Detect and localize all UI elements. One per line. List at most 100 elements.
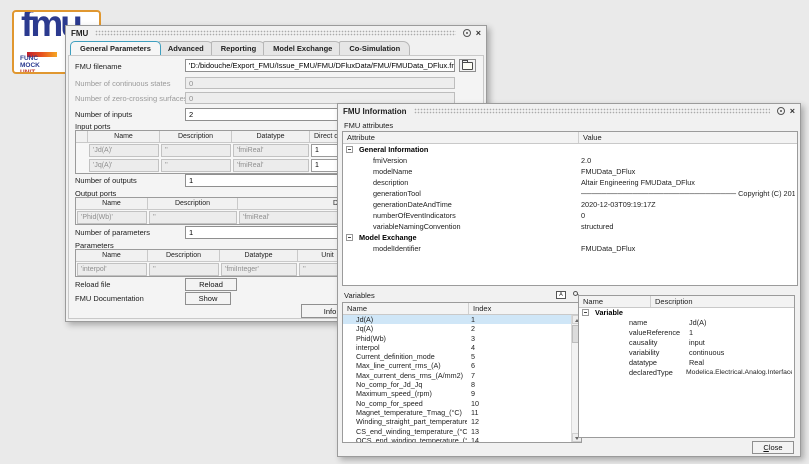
column-header[interactable]: Name: [343, 303, 469, 314]
column-header[interactable]: Name: [76, 250, 148, 261]
close-button[interactable]: Close: [752, 441, 794, 454]
column-header[interactable]: Index: [469, 303, 581, 314]
variables-label: Variables: [344, 291, 375, 300]
variable-name: Winding_straight_part_temperature_(°C): [343, 417, 467, 426]
column-header[interactable]: Datatype: [220, 250, 298, 261]
column-header[interactable]: Datatype: [232, 131, 310, 142]
tree-item-row[interactable]: modelIdentifier FMUData_DFlux: [343, 243, 797, 254]
continuous-states-label: Number of continuous states: [75, 79, 170, 88]
row-handle[interactable]: [77, 159, 87, 172]
fmu-information-title: FMU Information: [343, 107, 407, 116]
column-header[interactable]: Name: [579, 296, 651, 307]
tree-item-row[interactable]: numberOfEventIndicators 0: [343, 210, 797, 221]
list-item[interactable]: No_comp_for_speed10: [343, 399, 581, 408]
property-value: Jd(A): [689, 318, 792, 328]
list-item[interactable]: Max_current_dens_rms_(A/mm2)7: [343, 371, 581, 380]
tree-item-row[interactable]: name Jd(A): [579, 318, 794, 328]
column-header[interactable]: Attribute: [343, 132, 579, 143]
browse-file-button[interactable]: [459, 59, 476, 72]
logo-caption-line: UNIT: [20, 69, 40, 74]
reload-button[interactable]: Reload: [185, 278, 237, 291]
column-header[interactable]: Value: [579, 132, 797, 143]
list-item[interactable]: Maximum_speed_(rpm)9: [343, 389, 581, 398]
tree-group-row[interactable]: Variable: [579, 308, 794, 318]
tree-item-row[interactable]: datatype Real: [579, 358, 794, 368]
variables-list: Name Index Jd(A)1 Jq(A)2 Phid(Wb)3 inter…: [342, 302, 582, 443]
titlebar-drag-handle[interactable]: [95, 30, 455, 36]
fmu-filename-input[interactable]: 'D:/bidouche/Export_FMU/Issue_FMU/FMU/DF…: [185, 59, 455, 72]
float-window-icon[interactable]: [463, 29, 471, 37]
tree-item-row[interactable]: causality input: [579, 338, 794, 348]
attribute-value: structured: [581, 221, 795, 232]
row-handle[interactable]: [77, 144, 87, 157]
cell-name: 'Jd(A)': [89, 144, 159, 157]
list-item[interactable]: Magnet_temperature_Tmag_(°C)11: [343, 408, 581, 417]
attribute-value: 2.0: [581, 155, 795, 166]
group-label: Model Exchange: [359, 232, 417, 243]
tab-advanced[interactable]: Advanced: [158, 41, 214, 55]
fmu-documentation-label: FMU Documentation: [75, 294, 144, 303]
tree-item-row[interactable]: valueReference 1: [579, 328, 794, 338]
attribute-value: 0: [581, 210, 795, 221]
tab-co-simulation[interactable]: Co-Simulation: [339, 41, 410, 55]
column-header[interactable]: Description: [160, 131, 232, 142]
tab-bar: General Parameters Advanced Reporting Mo…: [70, 41, 407, 55]
variable-index: 11: [467, 408, 581, 417]
corner-header-cell[interactable]: [76, 131, 88, 142]
tree-item-row[interactable]: description Altair Engineering FMUData_D…: [343, 177, 797, 188]
property-name: datatype: [629, 358, 657, 368]
tab-model-exchange[interactable]: Model Exchange: [263, 41, 342, 55]
titlebar-drag-handle[interactable]: [414, 108, 770, 114]
cell-name: 'Phid(Wb)': [77, 211, 147, 224]
tree-item-row[interactable]: generationTool ─────────────────────────…: [343, 188, 797, 199]
tree-group-row[interactable]: Model Exchange: [343, 232, 797, 243]
tree-item-row[interactable]: generationDateAndTime 2020-12-03T09:19:1…: [343, 199, 797, 210]
property-value: 1: [689, 328, 792, 338]
collapse-icon[interactable]: [346, 234, 353, 241]
variables-toolbar: Variables A: [342, 290, 582, 301]
close-icon[interactable]: ×: [476, 29, 481, 38]
collapse-icon[interactable]: [346, 146, 353, 153]
tree-item-row[interactable]: declaredType Modelica.Electrical.Analog.…: [579, 368, 794, 378]
list-item[interactable]: Phid(Wb)3: [343, 334, 581, 343]
show-documentation-button[interactable]: Show: [185, 292, 231, 305]
tree-item-row[interactable]: modelName FMUData_DFlux: [343, 166, 797, 177]
tree-item-row[interactable]: variableNamingConvention structured: [343, 221, 797, 232]
cell-description: '': [161, 159, 231, 172]
tree-item-row[interactable]: variability continuous: [579, 348, 794, 358]
variable-index: 3: [467, 334, 581, 343]
column-header[interactable]: Name: [88, 131, 160, 142]
list-item[interactable]: OCS_end_winding_temperature_(°C)14: [343, 436, 581, 443]
cell-description: '': [149, 263, 219, 276]
list-item[interactable]: interpol4: [343, 343, 581, 352]
variable-index: 2: [467, 324, 581, 333]
cell-name: 'interpol': [77, 263, 147, 276]
list-item[interactable]: Jq(A)2: [343, 324, 581, 333]
variable-name: Magnet_temperature_Tmag_(°C): [343, 408, 467, 417]
list-item[interactable]: Jd(A)1: [343, 315, 581, 324]
find-variable-icon[interactable]: A: [556, 291, 566, 299]
tree-item-row[interactable]: fmiVersion 2.0: [343, 155, 797, 166]
num-outputs-label: Number of outputs: [75, 176, 137, 185]
column-header[interactable]: Description: [148, 198, 238, 209]
list-item[interactable]: No_comp_for_Jd_Jq8: [343, 380, 581, 389]
list-item[interactable]: Max_line_current_rms_(A)6: [343, 361, 581, 370]
variable-name: No_comp_for_Jd_Jq: [343, 380, 467, 389]
property-name: name: [629, 318, 647, 328]
tree-group-row[interactable]: General Information: [343, 144, 797, 155]
column-header[interactable]: Name: [76, 198, 148, 209]
collapse-icon[interactable]: [582, 309, 589, 316]
close-icon[interactable]: ×: [790, 107, 795, 116]
property-value: input: [689, 338, 792, 348]
show-button-label: Show: [199, 294, 218, 303]
float-window-icon[interactable]: [777, 107, 785, 115]
list-item[interactable]: CS_end_winding_temperature_(°C)13: [343, 427, 581, 436]
list-item[interactable]: Winding_straight_part_temperature_(°C)12: [343, 417, 581, 426]
variable-name: CS_end_winding_temperature_(°C): [343, 427, 467, 436]
tab-reporting[interactable]: Reporting: [211, 41, 266, 55]
column-header[interactable]: Description: [651, 296, 794, 307]
variable-name: Jd(A): [343, 315, 467, 324]
tab-general-parameters[interactable]: General Parameters: [70, 41, 161, 55]
column-header[interactable]: Description: [148, 250, 220, 261]
list-item[interactable]: Current_definition_mode5: [343, 352, 581, 361]
